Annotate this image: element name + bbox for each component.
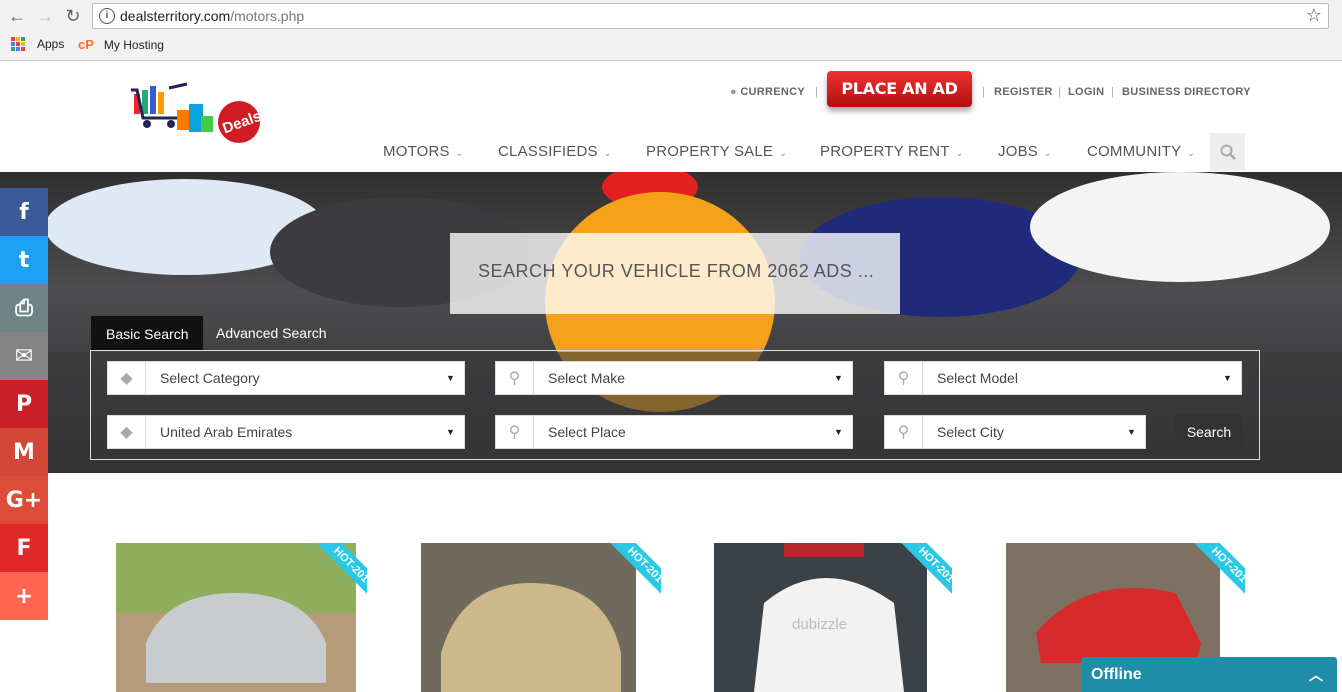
hero-title: SEARCH YOUR VEHICLE FROM 2062 ADS ... — [450, 233, 900, 314]
hot-ribbon: HOT-201 — [307, 543, 367, 603]
apps-grid-icon — [11, 37, 25, 51]
facebook-share-icon[interactable]: f — [0, 188, 48, 236]
chevron-up-icon[interactable]: ︿ — [1309, 665, 1323, 685]
menu-motors[interactable]: MOTORS ⌄ — [383, 143, 464, 160]
browser-chrome: ← → ↻ i dealsterritory.com/motors.php ☆ … — [0, 0, 1342, 61]
address-bar[interactable]: i dealsterritory.com/motors.php ☆ — [92, 3, 1329, 29]
map-pin-icon: ⚲ — [885, 416, 923, 448]
chevron-down-icon: ⌄ — [455, 148, 464, 158]
chevron-down-icon: ⌄ — [1187, 148, 1196, 158]
bookmark-star-icon[interactable]: ☆ — [1306, 5, 1322, 26]
print-share-icon[interactable]: ⎙ — [0, 284, 48, 332]
register-link[interactable]: REGISTER — [994, 86, 1053, 98]
listing-card[interactable]: HOT-201 — [116, 543, 367, 692]
hot-ribbon: HOT-201 — [892, 543, 952, 603]
hot-ribbon: HOT-201 — [1185, 543, 1245, 603]
make-select[interactable]: ⚲ Select Make ▼ — [495, 361, 853, 395]
globe-icon: ● — [730, 86, 737, 98]
chat-status: Offline — [1091, 666, 1142, 683]
watermark-text: dubizzle — [792, 616, 848, 633]
email-share-icon[interactable]: ✉ — [0, 332, 48, 380]
hot-ribbon: HOT-201 — [601, 543, 661, 603]
cpanel-icon: cP — [78, 37, 94, 52]
menu-classifieds[interactable]: CLASSIFIEDS ⌄ — [498, 143, 611, 160]
chevron-down-icon: ⌄ — [1043, 148, 1052, 158]
menu-property-rent[interactable]: PROPERTY RENT ⌄ — [820, 143, 963, 160]
chevron-down-icon: ⌄ — [955, 148, 964, 158]
tag-icon: ◆ — [108, 416, 146, 448]
listing-card[interactable]: dubizzle HOT-201 — [714, 543, 952, 692]
search-form: ◆ Select Category ▼ ⚲ Select Make ▼ ⚲ Select … — [90, 350, 1260, 460]
social-share-bar: f t ⎙ ✉ P M G+ F + — [0, 188, 48, 620]
url-text[interactable]: dealsterritory.com/motors.php — [120, 8, 304, 24]
gmail-share-icon[interactable]: M — [0, 428, 48, 476]
dropdown-arrow-icon: ▼ — [1127, 427, 1136, 437]
pinterest-share-icon[interactable]: P — [0, 380, 48, 428]
dropdown-arrow-icon: ▼ — [1223, 373, 1232, 383]
dropdown-arrow-icon: ▼ — [834, 427, 843, 437]
business-directory-link[interactable]: BUSINESS DIRECTORY — [1122, 86, 1251, 98]
tab-advanced-search[interactable]: Advanced Search — [201, 315, 342, 351]
city-select[interactable]: ⚲ Select City ▼ — [884, 415, 1146, 449]
currency-link[interactable]: ● CURRENCY — [730, 86, 805, 98]
tag-icon: ◆ — [108, 362, 146, 394]
dropdown-arrow-icon: ▼ — [834, 373, 843, 383]
place-ad-button[interactable]: PLACE AN AD NOW — [827, 71, 972, 134]
listing-card[interactable]: HOT-201 — [421, 543, 661, 692]
chat-widget[interactable]: Offline ︿ — [1081, 657, 1337, 692]
chevron-down-icon: ⌄ — [779, 148, 787, 158]
search-icon — [1220, 144, 1236, 160]
back-icon[interactable]: ← — [6, 5, 28, 27]
model-select[interactable]: ⚲ Select Model ▼ — [884, 361, 1242, 395]
bookmark-apps[interactable]: Apps — [11, 37, 64, 51]
header-search-button[interactable] — [1210, 133, 1245, 171]
reload-icon[interactable]: ↻ — [62, 5, 84, 27]
site-logo[interactable]: Deals — [129, 82, 264, 148]
bookmark-my-hosting[interactable]: cP My Hosting — [78, 37, 164, 52]
menu-community[interactable]: COMMUNITY ⌄ — [1087, 143, 1195, 160]
chevron-down-icon: ⌄ — [603, 148, 612, 158]
info-icon[interactable]: i — [99, 8, 115, 24]
bookmark-apps-label: Apps — [37, 37, 65, 51]
place-select[interactable]: ⚲ Select Place ▼ — [495, 415, 853, 449]
category-select[interactable]: ◆ Select Category ▼ — [107, 361, 465, 395]
googleplus-share-icon[interactable]: G+ — [0, 476, 48, 524]
country-select[interactable]: ◆ United Arab Emirates ▼ — [107, 415, 465, 449]
bookmark-hosting-label: My Hosting — [103, 37, 164, 52]
more-share-icon[interactable]: + — [0, 572, 48, 620]
tab-basic-search[interactable]: Basic Search — [90, 315, 205, 351]
map-pin-icon: ⚲ — [885, 362, 923, 394]
menu-jobs[interactable]: JOBS ⌄ — [998, 143, 1052, 160]
map-pin-icon: ⚲ — [496, 362, 534, 394]
twitter-share-icon[interactable]: t — [0, 236, 48, 284]
forward-icon[interactable]: → — [34, 5, 56, 27]
map-pin-icon: ⚲ — [496, 416, 534, 448]
search-submit-button[interactable]: Search — [1175, 414, 1243, 450]
login-link[interactable]: LOGIN — [1068, 86, 1104, 98]
dropdown-arrow-icon: ▼ — [446, 373, 455, 383]
dropdown-arrow-icon: ▼ — [446, 427, 455, 437]
flipboard-share-icon[interactable]: F — [0, 524, 48, 572]
menu-property-sale[interactable]: PROPERTY SALE ⌄ — [646, 143, 787, 160]
hero-banner: SEARCH YOUR VEHICLE FROM 2062 ADS ... Ba… — [0, 172, 1342, 473]
